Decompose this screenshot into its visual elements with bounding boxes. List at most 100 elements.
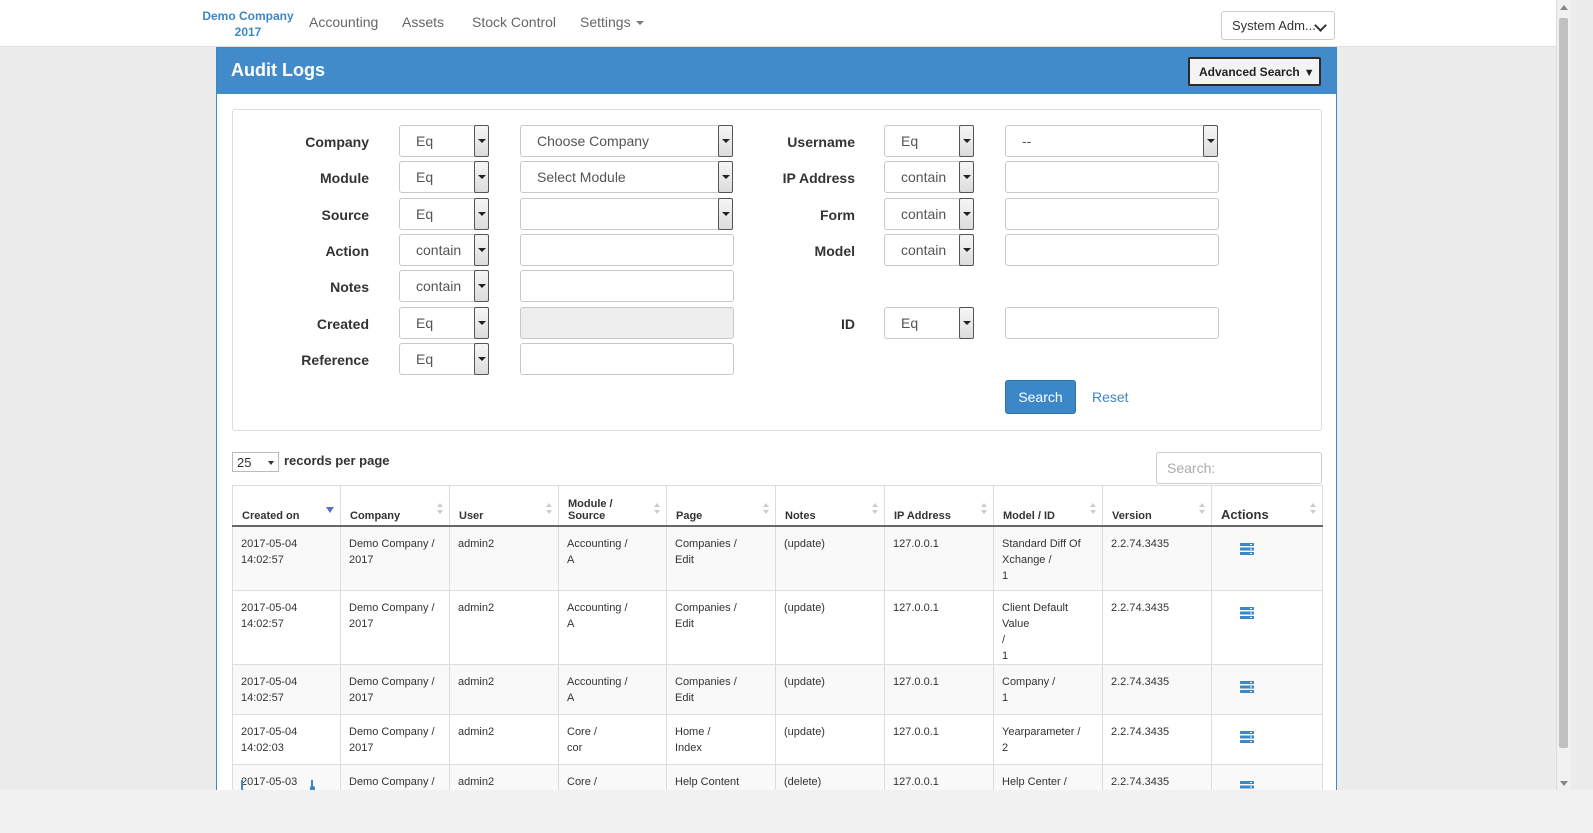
server-stack-icon[interactable] [1240,730,1254,743]
table-cell: Standard Diff Of Xchange / 1 [993,525,1103,591]
scrollbar-thumb[interactable] [1559,18,1568,748]
caret-down-icon [635,21,644,26]
scroll-down-icon[interactable] [1560,781,1568,786]
action-operator-select[interactable]: contain [399,234,489,266]
table-cell: 2.2.74.3435 [1102,525,1212,591]
nav-assets[interactable]: Assets [402,14,444,30]
action-input[interactable] [520,234,734,266]
brand-link[interactable]: Demo Company 2017 [200,8,296,40]
column-header-actions[interactable]: Actions [1211,485,1323,527]
scroll-up-icon[interactable] [1560,5,1568,10]
id-input[interactable] [1005,307,1219,339]
server-stack-icon[interactable] [1240,680,1254,693]
server-stack-icon[interactable] [1240,780,1254,791]
table-cell: 127.0.0.1 [884,713,994,765]
table-cell: (delete) [775,763,885,790]
username-operator-select[interactable]: Eq [884,125,974,157]
table-cell: Accounting / A [558,589,667,665]
dropdown-arrow-icon [718,198,733,230]
server-stack-icon[interactable] [1240,543,1254,555]
table-cell: 127.0.0.1 [884,525,994,591]
ip-operator-value: contain [901,169,947,185]
created-operator-select[interactable]: Eq [399,307,489,339]
reset-link[interactable]: Reset [1092,389,1129,405]
column-header-created-on[interactable]: Created on [232,485,341,527]
model-input[interactable] [1005,234,1219,266]
column-header-page[interactable]: Page [666,485,776,527]
filter-label-ip-address: IP Address [782,170,855,186]
reference-input[interactable] [520,343,734,375]
table-cell: Client Default Value / 1 [993,589,1103,665]
sort-icon [981,503,988,515]
filter-label-module: Module [320,170,369,186]
records-per-page-select[interactable]: 25 [232,452,279,472]
notes-operator-select[interactable]: contain [399,270,489,302]
reference-operator-select[interactable]: Eq [399,343,489,375]
column-header-label: Page [676,510,703,522]
table-search-input[interactable] [1156,452,1322,484]
dropdown-arrow-icon [474,198,489,230]
sort-icon [1199,503,1206,515]
source-operator-select[interactable]: Eq [399,198,489,230]
table-row: 2017-05-04 14:02:57 Demo Company / 2017 ad… [232,663,1323,715]
nav-stock-control[interactable]: Stock Control [472,14,556,30]
table-cell: (update) [775,589,885,665]
notes-input[interactable] [520,270,734,302]
dropdown-arrow-icon [1203,125,1218,157]
records-per-page-value: 25 [237,455,252,470]
search-button[interactable]: Search [1005,380,1076,414]
nav-settings[interactable]: Settings [580,14,644,30]
model-operator-select[interactable]: contain [884,234,974,266]
company-value-select[interactable]: Choose Company [520,125,733,157]
table-cell: Home / Index [666,713,776,765]
table-cell: 2017-05-04 14:02:57 [232,525,341,591]
vertical-scrollbar[interactable] [1556,0,1571,790]
table-row: 2017-05-04 14:02:57 Demo Company / 2017 ad… [232,525,1323,591]
column-header-model-id[interactable]: Model / ID [993,485,1103,527]
user-menu-button[interactable]: System Adm... [1221,11,1335,40]
company-operator-value: Eq [416,133,434,149]
nav-accounting[interactable]: Accounting [309,14,378,30]
filter-label-id: ID [841,316,855,332]
ip-operator-select[interactable]: contain [884,161,974,193]
column-header-module-source[interactable]: Module / Source [558,485,667,527]
column-header-ip-address[interactable]: IP Address [884,485,994,527]
table-cell: 127.0.0.1 [884,589,994,665]
id-operator-select[interactable]: Eq [884,307,974,339]
filter-label-model: Model [814,243,855,259]
column-header-label: Module / Source [568,498,613,522]
table-cell: Help Center / 7 [993,763,1103,790]
table-cell: Accounting / A [558,525,667,591]
dropdown-arrow-icon [718,161,733,193]
records-per-page-label: records per page [284,453,390,468]
table-cell: Demo Company / 2017 [340,589,450,665]
ip-address-input[interactable] [1005,161,1219,193]
table-cell: Yearparameter / 2 [993,713,1103,765]
nav-settings-label: Settings [580,14,631,30]
table-body: 2017-05-04 14:02:57 Demo Company / 2017 ad… [232,525,1323,791]
audit-logs-panel: Audit Logs Advanced Search ▼ Company Eq C… [216,47,1337,790]
module-operator-select[interactable]: Eq [399,161,489,193]
sort-icon [437,503,444,515]
top-navbar: Demo Company 2017 Accounting Assets Stoc… [0,0,1556,47]
table-cell: admin2 [449,713,559,765]
source-value-select[interactable] [520,198,733,230]
filter-label-created: Created [316,316,369,332]
column-header-notes[interactable]: Notes [775,485,885,527]
filter-label-action: Action [325,243,369,259]
form-input[interactable] [1005,198,1219,230]
column-header-version[interactable]: Version [1102,485,1212,527]
username-value-select[interactable]: -- [1005,125,1218,157]
column-header-user[interactable]: User [449,485,559,527]
company-operator-select[interactable]: Eq [399,125,489,157]
dropdown-arrow-icon [718,125,733,157]
server-stack-icon[interactable] [1240,606,1254,619]
actions-cell [1211,663,1323,715]
table-cell: Core / cor [558,763,667,790]
form-operator-select[interactable]: contain [884,198,974,230]
advanced-search-button[interactable]: Advanced Search ▼ [1188,57,1321,86]
module-value: Select Module [537,169,626,185]
column-header-company[interactable]: Company [340,485,450,527]
source-operator-value: Eq [416,206,434,222]
module-value-select[interactable]: Select Module [520,161,733,193]
